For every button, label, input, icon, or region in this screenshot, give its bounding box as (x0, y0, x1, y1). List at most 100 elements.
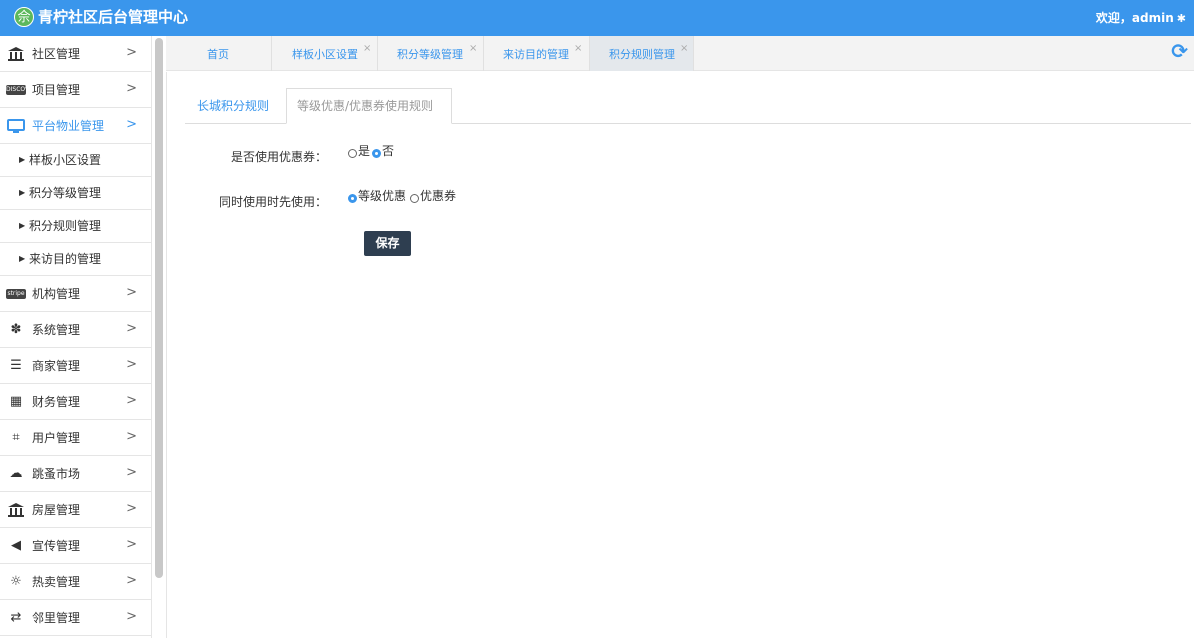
sidebar-item-label: 商家管理 (32, 359, 81, 373)
chevron-right-icon: > (126, 465, 137, 480)
sidebar-item-system[interactable]: ✽ 系统管理 > (0, 312, 151, 348)
stripe-icon: stripe (6, 288, 26, 299)
sidebar-item-platform-property[interactable]: 平台物业管理 > (0, 108, 151, 144)
sidebar-item-housing[interactable]: 房屋管理 > (0, 492, 151, 528)
use-coupon-yes-radio[interactable] (348, 149, 357, 158)
volume-icon: ◀ (11, 538, 21, 553)
app-title: 青柠社区后台管理中心 (38, 8, 189, 26)
sidebar: 社区管理 > DISCOVER 项目管理 > 平台物业管理 > ▶ 样板小区设置… (0, 36, 152, 638)
bank-icon (6, 46, 26, 62)
chevron-right-icon: > (126, 429, 137, 444)
tab-visit-purpose[interactable]: 来访目的管理 × (484, 36, 590, 71)
tab-bar: 首页 样板小区设置 × 积分等级管理 × 来访目的管理 × 积分规则管理 × (166, 36, 1194, 71)
use-coupon-label: 是否使用优惠券： (230, 150, 327, 164)
caret-right-icon: ▶ (19, 188, 26, 197)
user-menu[interactable]: 欢迎，admin ✱ (1096, 10, 1186, 27)
caret-right-icon: ▶ (19, 221, 26, 230)
sidebar-item-label: 机构管理 (32, 287, 81, 301)
monitor-icon (6, 118, 26, 134)
sidebar-item-neighbor[interactable]: ⇄ 邻里管理 > (0, 600, 151, 636)
sidebar-item-project[interactable]: DISCOVER 项目管理 > (0, 72, 151, 108)
retweet-icon: ⇄ (10, 610, 22, 625)
sidebar-item-label: 跳蚤市场 (32, 467, 81, 481)
sidebar-scrollbar[interactable] (155, 38, 163, 578)
tab-points-rule[interactable]: 积分规则管理 × (590, 36, 694, 71)
refresh-icon[interactable]: ⟳ (1171, 41, 1188, 61)
sidebar-item-label: 热卖管理 (32, 575, 81, 589)
chevron-right-icon: > (126, 501, 137, 516)
sun-icon: ☼ (10, 574, 22, 589)
yelp-icon: ✽ (10, 322, 22, 337)
chevron-right-icon: > (126, 45, 137, 60)
rule-subtabs: 长城积分规则 等级优惠/优惠券使用规则 (185, 88, 1191, 124)
sidebar-item-label: 用户管理 (32, 431, 81, 445)
sidebar-item-label: 平台物业管理 (32, 119, 105, 133)
sidebar-subitem-label: 来访目的管理 (29, 252, 102, 266)
close-icon[interactable]: × (363, 44, 371, 54)
chevron-right-icon: > (126, 117, 137, 132)
bank-icon (6, 502, 26, 518)
gear-icon[interactable]: ✱ (1177, 12, 1186, 25)
sidebar-subitem-sample-community[interactable]: ▶ 样板小区设置 (0, 144, 151, 177)
priority-label: 同时使用时先使用： (218, 195, 327, 209)
close-icon[interactable]: × (680, 44, 688, 54)
caret-right-icon: ▶ (19, 155, 26, 164)
discover-card-icon: DISCOVER (6, 84, 38, 95)
sidebar-subitem-label: 样板小区设置 (29, 153, 102, 167)
chevron-right-icon: > (126, 321, 137, 336)
sidebar-subitem-visit-purpose[interactable]: ▶ 来访目的管理 (0, 243, 151, 276)
sidebar-item-merchant[interactable]: ☰ 商家管理 > (0, 348, 151, 384)
priority-level-discount-label[interactable]: 等级优惠 (358, 189, 406, 203)
sidebar-subitem-label: 积分规则管理 (29, 219, 102, 233)
priority-coupon-radio[interactable] (410, 194, 419, 203)
use-coupon-yes-label[interactable]: 是 (358, 144, 370, 158)
top-header: 佘 青柠社区后台管理中心 欢迎，admin ✱ (0, 0, 1194, 36)
app-logo-icon: 佘 (14, 7, 34, 27)
sidebar-item-hot-sale[interactable]: ☼ 热卖管理 > (0, 564, 151, 600)
bars-icon: ☰ (10, 358, 22, 373)
sidebar-item-publicity[interactable]: ◀ 宣传管理 > (0, 528, 151, 564)
close-icon[interactable]: × (574, 44, 582, 54)
chevron-right-icon: > (126, 357, 137, 372)
tab-points-level[interactable]: 积分等级管理 × (378, 36, 484, 71)
subtab-coupon-rules[interactable]: 等级优惠/优惠券使用规则 (286, 88, 452, 124)
chevron-right-icon: > (126, 393, 137, 408)
subtab-great-wall-points[interactable]: 长城积分规则 (185, 89, 285, 124)
sidebar-item-label: 房屋管理 (32, 503, 81, 517)
calculator-icon: ▦ (9, 394, 23, 409)
crop-icon: ⌗ (12, 430, 20, 445)
sidebar-subitem-points-rule[interactable]: ▶ 积分规则管理 (0, 210, 151, 243)
tab-sample-community[interactable]: 样板小区设置 × (272, 36, 378, 71)
tab-label: 来访目的管理 (503, 48, 569, 61)
priority-row: 同时使用时先使用： (167, 192, 327, 212)
tab-home[interactable]: 首页 (166, 36, 272, 71)
chevron-right-icon: > (126, 609, 137, 624)
sidebar-item-organization[interactable]: stripe 机构管理 > (0, 276, 151, 312)
sidebar-item-label: 系统管理 (32, 323, 81, 337)
tab-label: 首页 (207, 48, 229, 61)
sidebar-subitem-label: 积分等级管理 (29, 186, 102, 200)
sidebar-item-label: 邻里管理 (32, 611, 81, 625)
subtab-label: 长城积分规则 (197, 99, 270, 113)
use-coupon-no-label[interactable]: 否 (382, 144, 394, 158)
priority-level-discount-radio[interactable] (348, 194, 357, 203)
close-icon[interactable]: × (469, 44, 477, 54)
priority-coupon-label[interactable]: 优惠券 (420, 189, 456, 203)
chevron-right-icon: > (126, 537, 137, 552)
sidebar-item-user[interactable]: ⌗ 用户管理 > (0, 420, 151, 456)
chevron-right-icon: > (126, 573, 137, 588)
sidebar-item-finance[interactable]: ▦ 财务管理 > (0, 384, 151, 420)
welcome-text: 欢迎，admin (1095, 11, 1174, 25)
use-coupon-row: 是否使用优惠券： (167, 147, 327, 167)
save-button[interactable]: 保存 (364, 231, 411, 256)
sidebar-item-community[interactable]: 社区管理 > (0, 36, 151, 72)
main-content: 长城积分规则 等级优惠/优惠券使用规则 是否使用优惠券： 是 否 同时使用时先使… (166, 72, 1194, 638)
sidebar-subitem-points-level[interactable]: ▶ 积分等级管理 (0, 177, 151, 210)
tab-label: 积分等级管理 (397, 48, 463, 61)
sidebar-item-flea-market[interactable]: ☁ 跳蚤市场 > (0, 456, 151, 492)
sidebar-item-label: 项目管理 (32, 83, 81, 97)
tab-label: 样板小区设置 (292, 48, 358, 61)
use-coupon-no-radio[interactable] (372, 149, 381, 158)
subtab-label: 等级优惠/优惠券使用规则 (297, 99, 434, 113)
sidebar-item-label: 社区管理 (32, 47, 81, 61)
